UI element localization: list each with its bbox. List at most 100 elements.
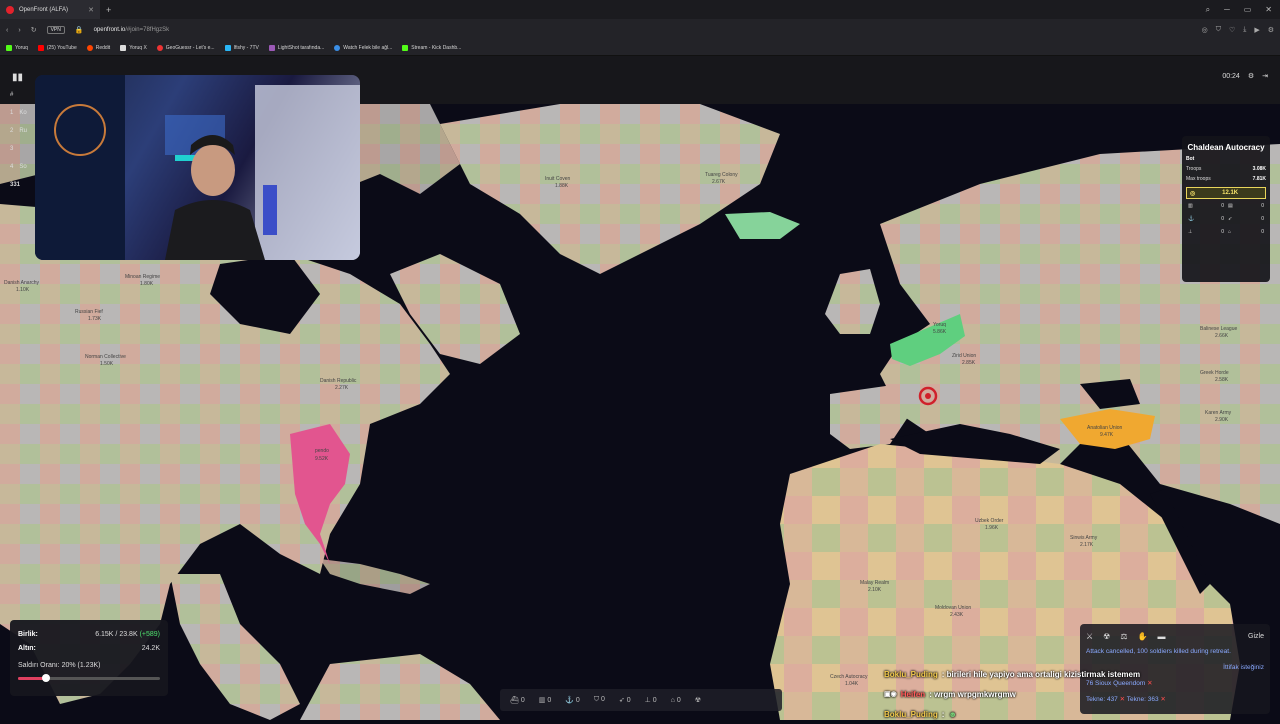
build-bar: ⛴ 0 ▥ 0 ⚓ 0 ⛉ 0 ➶ 0 ⊥ 0 ⌂ 0 ☢ [500,689,782,711]
url-domain: openfront.io [93,27,126,33]
svg-text:Greek Horde: Greek Horde [1200,370,1229,376]
dismiss-icon[interactable]: ✕ [1147,680,1152,687]
search-tabs-icon[interactable]: ⌕ [1206,5,1210,15]
opera-icon [6,5,14,14]
svg-text:Danish Anarchy: Danish Anarchy [4,280,40,286]
build-missile[interactable]: ➶ 0 [619,696,631,704]
map-label-yoruq: Yoruq5.86K [933,322,947,335]
bookmark-item[interactable]: Yoruq [6,45,28,51]
build-defense[interactable]: ⛉ 0 [594,696,605,704]
dismiss-icon[interactable]: ✕ [1160,696,1165,703]
browser-tab[interactable]: OpenFront (ALFA) ✕ [0,0,100,19]
svg-text:Karen Army: Karen Army [1205,410,1232,416]
defense-count: ⊥ 0 [1188,229,1224,235]
bookmark-item[interactable]: Stream - Kick Dashb... [402,45,461,51]
download-icon[interactable]: ⤓ [1243,26,1246,34]
lock-icon: 🔒 [74,27,84,34]
svg-text:2.85K: 2.85K [962,360,976,366]
reload-icon[interactable]: ↻ [31,26,37,34]
build-nuke[interactable]: ☢ [695,696,701,704]
close-window-icon[interactable]: ✕ [1265,5,1272,14]
chat-message: Boklu_Puding: birileri hile yapiyo ama o… [884,669,1141,679]
close-tab-icon[interactable]: ✕ [88,6,94,14]
watch-icon [334,45,341,51]
camera-icon[interactable]: ◎ [1202,26,1208,34]
uk-landmass[interactable] [825,269,880,334]
attack-ratio-slider[interactable] [18,674,160,682]
address-bar: ‹ › ↻ VPN 🔒 openfront.io/#join=78fHgzSk … [0,19,1280,41]
caribbean-islands[interactable] [320,559,430,594]
chat-icon[interactable]: ▬ [1157,632,1165,641]
units-row: Birlik: 6.15K / 23.8K (+589) [18,631,160,638]
youtube-icon [37,45,44,51]
chat-badges-icon: ▣◉ [884,691,897,698]
extension-icons: ◎ ⛉ ♡ ⤓ ▶ ⚙ [1202,26,1274,34]
back-icon[interactable]: ‹ [6,27,8,34]
leaderboard-toggle-icon[interactable]: ▮▮ [12,72,23,83]
bookmark-item[interactable]: (25) YouTube [37,45,77,51]
svg-text:2.58K: 2.58K [1215,377,1229,383]
lightshot-icon [268,45,275,51]
url-field[interactable]: openfront.io/#join=78fHgzSk [94,27,170,33]
exit-icon[interactable]: ⇥ [1262,72,1268,80]
sword-icon[interactable]: ⚔ [1086,632,1093,641]
build-sam[interactable]: ⌂ 0 [671,697,681,704]
handshake-icon[interactable]: ✋ [1138,632,1148,641]
vpn-badge[interactable]: VPN [46,26,65,34]
player-type: Bot [1186,156,1195,162]
player-stats-panel: Birlik: 6.15K / 23.8K (+589) Altın: 24.2K … [10,620,168,696]
factory-icon: ▤ [1228,203,1233,209]
svg-text:2.90K: 2.90K [1215,417,1229,423]
build-warship[interactable]: ⛴ 0 [510,696,525,704]
game-timer: 00:24 [1222,72,1240,80]
maximize-icon[interactable]: ▭ [1244,5,1252,14]
svg-text:5.86K: 5.86K [933,329,947,335]
event-item: Attack cancelled, 100 soldiers killed du… [1086,648,1231,655]
bookmark-item[interactable]: LightShot tarafında... [268,45,324,51]
chat-message: ▣◉ Heifen: wrgm wrpgmkwrgmw [884,689,1016,699]
central-america-landmass[interactable] [170,574,300,720]
shield-icon[interactable]: ⛉ [1216,26,1221,34]
sam-count: ⌂ 0 [1228,229,1264,235]
browser-tab-bar: OpenFront (ALFA) ✕ + ⌕ ─ ▭ ✕ [0,0,1280,19]
kick-icon [402,45,409,51]
url-path: /#join=78fHgzSk [125,27,170,33]
defense-post-icon: ⊥ [1188,229,1193,235]
bookmark-item[interactable]: Reddit [86,45,110,51]
bookmark-item[interactable]: Watch Felek bile ağl... [334,45,392,51]
geoguessr-icon [156,45,163,51]
city-count: ▥ 0 [1188,203,1224,209]
bookmark-item[interactable]: GeoGuessr - Let's e... [156,45,215,51]
window-controls: ⌕ ─ ▭ ✕ [1198,0,1280,19]
target-marker-dot [925,393,931,399]
svg-text:Danish Republic: Danish Republic [320,378,357,384]
attack-ratio-knob[interactable] [42,674,51,682]
iceland-landmass[interactable] [725,212,800,239]
bookmark-item[interactable]: Ifishy - 7TV [224,45,259,51]
nuke-filter-icon[interactable]: ☢ [1103,632,1110,641]
player-type-row: Bot [1186,154,1266,164]
minimize-icon[interactable]: ─ [1224,5,1230,14]
play-icon[interactable]: ▶ [1254,26,1259,34]
svg-text:Malay Realm: Malay Realm [860,580,889,586]
greenland-landmass[interactable] [440,104,780,274]
warship-icon: ⛴ [510,697,519,704]
trade-icon[interactable]: ⚖ [1120,632,1127,641]
missile-icon: ➶ [1228,216,1233,222]
new-tab-button[interactable]: + [106,5,111,15]
heart-icon[interactable]: ♡ [1229,26,1235,34]
hide-button[interactable]: Gizle [1248,633,1264,640]
build-port[interactable]: ⚓ 0 [565,696,580,704]
svg-text:1.80K: 1.80K [140,281,154,287]
port-count: ⚓ 0 [1188,216,1224,222]
settings-gear-icon[interactable]: ⚙ [1248,72,1254,80]
build-city[interactable]: ▥ 0 [539,696,551,704]
build-post[interactable]: ⊥ 0 [645,696,657,704]
svg-text:1.88K: 1.88K [555,183,569,189]
settings-icon[interactable]: ⚙ [1268,26,1274,34]
forward-icon[interactable]: › [18,27,20,34]
svg-text:2.10K: 2.10K [868,587,882,593]
bookmark-item[interactable]: Yoruq X [120,45,147,51]
x-icon [120,45,127,51]
south-america-landmass[interactable] [300,654,500,720]
